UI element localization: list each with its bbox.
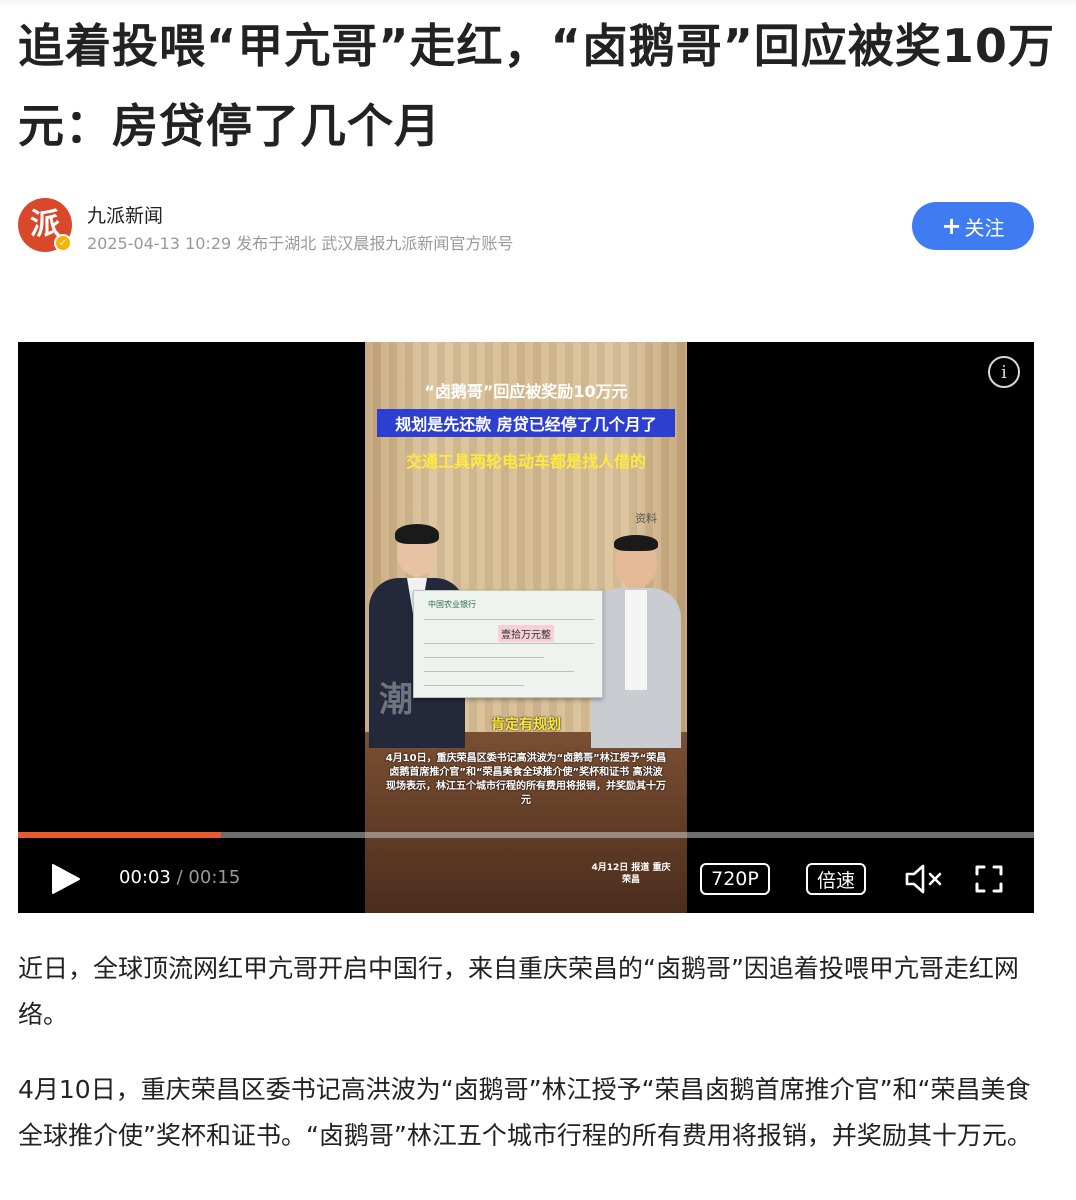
cheque-amount: 壹拾万元整 bbox=[498, 625, 554, 642]
progress-fill bbox=[18, 832, 222, 838]
play-icon[interactable] bbox=[48, 862, 82, 896]
article-title: 追着投喂“甲亢哥”走红，“卤鹅哥”回应被奖10万元：房贷停了几个月 bbox=[18, 19, 1055, 153]
video-player[interactable]: “卤鹅哥”回应被奖励10万元 规划是先还款 房贷已经停了几个月了 交通工具两轮电… bbox=[18, 342, 1034, 913]
article-paragraph: 4月10日，重庆荣昌区委书记高洪波为“卤鹅哥”林江授予“荣昌卤鹅首席推介官”和“… bbox=[18, 1075, 1032, 1150]
playback-time: 00:03 / 00:15 bbox=[119, 867, 240, 888]
player-controls: 00:03 / 00:15 720P 倍速 bbox=[18, 842, 1034, 913]
video-subtitle-main: 肯定有规划 bbox=[491, 717, 561, 733]
author-bar: 派 ✓ 九派新闻 2025-04-13 10:29 发布于湖北 武汉晨报九派新闻… bbox=[18, 198, 1034, 258]
award-cheque: 中国农业银行 壹拾万元整 bbox=[413, 590, 603, 698]
video-caption-top: “卤鹅哥”回应被奖励10万元 bbox=[424, 382, 628, 401]
mute-icon[interactable] bbox=[904, 862, 944, 896]
fullscreen-icon[interactable] bbox=[974, 864, 1004, 894]
total-time: 00:15 bbox=[188, 867, 241, 888]
progress-bar[interactable] bbox=[18, 832, 1034, 838]
follow-button[interactable]: + 关注 bbox=[912, 202, 1034, 250]
time-separator: / bbox=[176, 867, 183, 888]
archive-tag: 资料 bbox=[635, 512, 657, 525]
video-subtitle-detail: 4月10日，重庆荣昌区委书记高洪波为“卤鹅哥”林江授予“荣昌卤鹅首席推介官”和“… bbox=[385, 753, 667, 806]
verified-badge-icon: ✓ bbox=[54, 234, 72, 252]
quality-button[interactable]: 720P bbox=[700, 863, 770, 895]
video-caption-low: 交通工具两轮电动车都是找人借的 bbox=[405, 452, 646, 471]
video-frame: “卤鹅哥”回应被奖励10万元 规划是先还款 房贷已经停了几个月了 交通工具两轮电… bbox=[365, 342, 687, 913]
current-time: 00:03 bbox=[119, 867, 171, 888]
video-caption-mid: 规划是先还款 房贷已经停了几个月了 bbox=[377, 409, 675, 437]
author-name[interactable]: 九派新闻 bbox=[87, 201, 163, 228]
info-icon[interactable]: i bbox=[988, 356, 1020, 388]
publish-meta: 2025-04-13 10:29 发布于湖北 武汉晨报九派新闻官方账号 bbox=[87, 234, 514, 253]
article-paragraph: 近日，全球顶流网红甲亢哥开启中国行，来自重庆荣昌的“卤鹅哥”因追着投喂甲亢哥走红… bbox=[18, 954, 1019, 1029]
cheque-bank-name: 中国农业银行 bbox=[428, 600, 476, 609]
speed-button[interactable]: 倍速 bbox=[806, 863, 866, 895]
plus-icon: + bbox=[941, 212, 962, 240]
follow-label: 关注 bbox=[964, 215, 1005, 240]
